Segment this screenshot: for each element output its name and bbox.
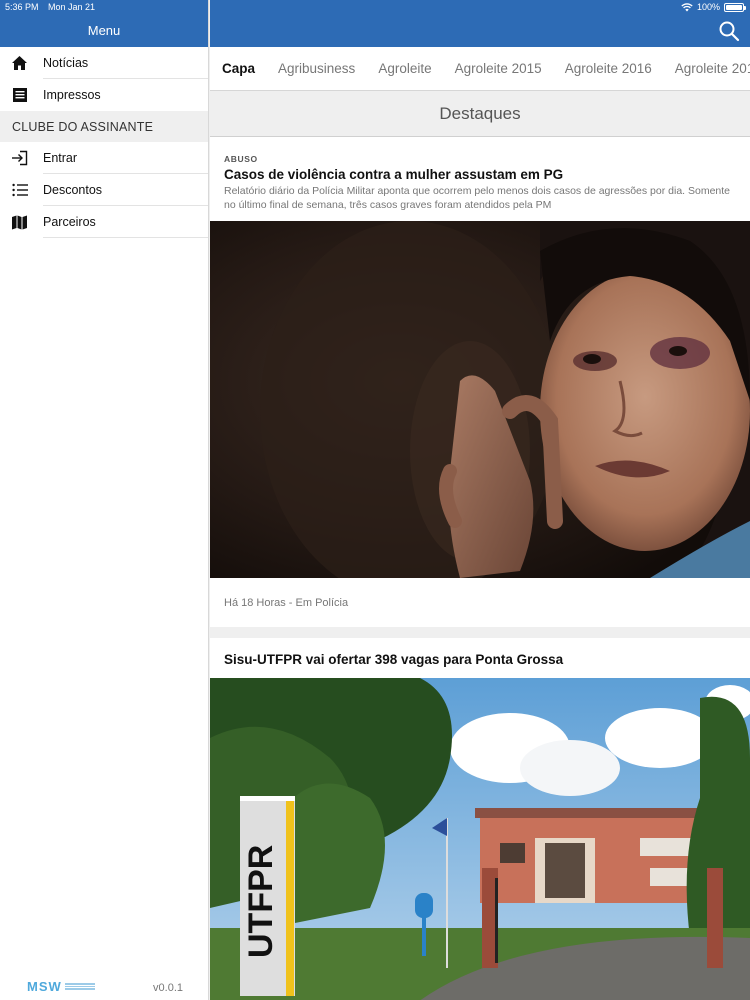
main-content: Capa Agribusiness Agroleite Agroleite 20…: [210, 0, 750, 1000]
sidebar-item-descontos[interactable]: Descontos: [0, 174, 208, 206]
sidebar-item-parceiros[interactable]: Parceiros: [0, 206, 208, 238]
status-date: Mon Jan 21: [48, 2, 96, 12]
article-meta: Há 18 Horas - Em Polícia: [224, 597, 349, 609]
search-icon[interactable]: [718, 20, 740, 42]
woman-photo: [210, 221, 750, 578]
list-icon: [0, 183, 43, 197]
msw-logo-text: MSW: [27, 979, 62, 994]
sidebar-item-label: Impressos: [43, 88, 101, 102]
tab-agroleite-2015[interactable]: Agroleite 2015: [455, 61, 542, 76]
tab-agroleite[interactable]: Agroleite: [378, 61, 431, 76]
sidebar-title: Menu: [87, 23, 121, 38]
article-summary: Relatório diário da Polícia Militar apon…: [224, 185, 731, 211]
sidebar-footer: MSW v0.0.1: [0, 979, 209, 994]
sidebar-item-label: Notícias: [43, 56, 89, 70]
status-time: 5:36 PM: [5, 2, 39, 12]
msw-logo-lines: [64, 983, 95, 990]
status-bar: 5:36 PM Mon Jan 21 100%: [0, 0, 750, 14]
article-card[interactable]: Sisu-UTFPR vai ofertar 398 vagas para Po…: [210, 638, 750, 1000]
section-title: Destaques: [210, 91, 750, 137]
status-right: 100%: [681, 2, 746, 12]
battery-level: [726, 4, 742, 10]
article-card[interactable]: ABUSO Casos de violência contra a mulher…: [210, 137, 750, 627]
sidebar-item-impressos[interactable]: Impressos: [0, 79, 208, 111]
wifi-icon: [681, 2, 693, 11]
article-headline[interactable]: Sisu-UTFPR vai ofertar 398 vagas para Po…: [210, 638, 750, 667]
tab-agroleite-2017[interactable]: Agroleite 2017: [675, 61, 750, 76]
sidebar-item-entrar[interactable]: Entrar: [0, 142, 208, 174]
category-tabs: Capa Agribusiness Agroleite Agroleite 20…: [210, 47, 750, 91]
home-icon: [0, 55, 43, 71]
article-headline[interactable]: Casos de violência contra a mulher assus…: [210, 164, 750, 182]
campus-photo: UTFPR: [210, 678, 750, 1000]
sidebar-item-label: Descontos: [43, 183, 103, 197]
battery-icon: [724, 2, 746, 12]
article-photo[interactable]: UTFPR: [210, 678, 750, 1000]
section-header-clube: CLUBE DO ASSINANTE: [0, 111, 208, 142]
tab-agribusiness[interactable]: Agribusiness: [278, 61, 355, 76]
sidebar-item-label: Parceiros: [43, 215, 96, 229]
tab-capa[interactable]: Capa: [222, 61, 255, 76]
article-photo[interactable]: [210, 221, 750, 578]
sidebar-item-label: Entrar: [43, 151, 78, 165]
newspaper-icon: [0, 87, 43, 103]
battery-percent: 100%: [696, 2, 720, 12]
login-icon: [0, 150, 43, 166]
app-version: v0.0.1: [153, 982, 183, 994]
tab-agroleite-2016[interactable]: Agroleite 2016: [565, 61, 652, 76]
sidebar: Menu Notícias Impressos CLUBE DO ASSINAN…: [0, 0, 209, 1000]
map-icon: [0, 215, 43, 230]
article-kicker: ABUSO: [224, 154, 258, 164]
sidebar-item-noticias[interactable]: Notícias: [0, 47, 208, 79]
utfpr-sign-text: UTFPR: [242, 845, 280, 958]
msw-logo: MSW: [27, 979, 95, 994]
